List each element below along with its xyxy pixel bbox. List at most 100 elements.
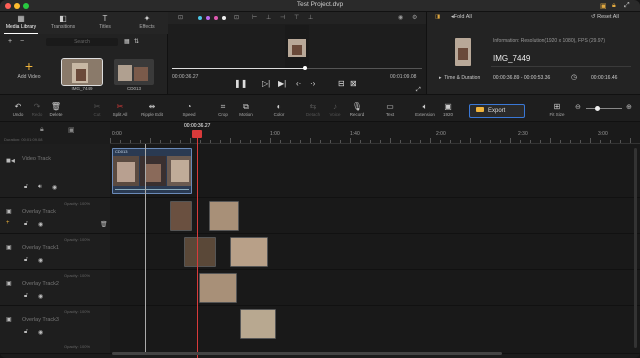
grid-view-icon[interactable]: ▦ xyxy=(124,38,130,45)
speaker-icon[interactable]: 🔊︎ xyxy=(38,184,42,191)
lock-icon[interactable]: 🔓︎ xyxy=(24,257,28,264)
next-marker-icon[interactable]: ·› xyxy=(310,79,315,88)
snap-icon[interactable]: ⊡ xyxy=(178,14,183,21)
track-name: Overlay Track3 xyxy=(22,317,59,323)
ruler-tick xyxy=(170,140,171,143)
prev-marker-icon[interactable]: ‹· xyxy=(296,79,301,88)
fullscreen-icon[interactable]: ⤢ xyxy=(624,2,630,10)
zoom-in-icon[interactable]: ⊕ xyxy=(626,103,632,111)
search-input[interactable]: Search xyxy=(46,38,118,46)
eye-icon[interactable]: ◉ xyxy=(38,257,43,264)
ruler-label: 1:00 xyxy=(270,131,280,137)
lock-all-icon[interactable]: 🔒︎ xyxy=(40,126,44,134)
overlay-clip[interactable] xyxy=(184,237,216,267)
add-media-button[interactable]: + xyxy=(8,38,12,45)
color-dot[interactable] xyxy=(214,16,218,20)
lock-icon[interactable]: 🔓︎ xyxy=(24,329,28,336)
overlay-track2-lane[interactable] xyxy=(110,270,640,306)
ruler-tick xyxy=(210,140,211,143)
overlay-track1-lane[interactable] xyxy=(110,234,640,270)
overlay-track-icon: ▣ xyxy=(6,245,12,251)
video-clip[interactable]: CD013 xyxy=(112,148,192,194)
mute-all-icon[interactable]: ▣ xyxy=(68,126,75,134)
lock-icon[interactable]: 🔓︎ xyxy=(24,184,28,191)
color-button[interactable]: ◐ Color xyxy=(264,102,294,117)
align-left-icon[interactable]: ⊢ xyxy=(252,14,257,21)
text-button[interactable]: ▭ Text xyxy=(375,102,405,117)
delete-button[interactable]: 🗑︎ Delete xyxy=(41,102,71,117)
trash-icon: 🗑︎ xyxy=(50,102,62,111)
overlay-track3-lane[interactable] xyxy=(110,306,640,354)
fold-all-button[interactable]: ◂Fold All xyxy=(451,14,472,20)
zoom-slider[interactable] xyxy=(586,108,622,109)
save-icon[interactable]: ▣ xyxy=(600,2,607,10)
ruler-label: 1:40 xyxy=(350,131,360,137)
speed-button[interactable]: ◔ Speed xyxy=(174,102,204,117)
remove-media-button[interactable]: − xyxy=(20,38,24,45)
time-duration-section[interactable]: ▸ Time & Duration xyxy=(439,75,480,81)
overlay-clip[interactable] xyxy=(170,201,192,231)
overlay-clip[interactable] xyxy=(209,201,239,231)
motion-button[interactable]: ⧉ Motion xyxy=(231,102,261,117)
tab-media-library[interactable]: ▦ Media Library xyxy=(0,13,42,34)
fit-size-button[interactable]: ⊞ Fit Size xyxy=(542,102,572,117)
color-dot[interactable] xyxy=(206,16,210,20)
expand-icon[interactable]: ⤢ xyxy=(416,87,421,94)
step-forward-icon[interactable]: ▷| xyxy=(262,79,270,88)
media-item-cd013[interactable] xyxy=(114,59,154,85)
eye-icon[interactable]: ◉ xyxy=(38,329,43,336)
horizontal-scrollbar[interactable] xyxy=(112,352,502,355)
add-track-icon[interactable]: + xyxy=(6,220,10,226)
lock-icon[interactable]: 🔓︎ xyxy=(24,221,28,228)
overlay-clip[interactable] xyxy=(240,309,276,339)
overlay-clip[interactable] xyxy=(199,273,237,303)
video-track-lane[interactable]: CD013 xyxy=(110,144,640,198)
split-all-button[interactable]: ✂ Split All xyxy=(105,102,135,117)
color-dot[interactable] xyxy=(222,16,226,20)
next-frame-icon[interactable]: ▶| xyxy=(278,79,286,88)
media-item-name: IMG_7449 xyxy=(71,86,93,91)
export-button[interactable]: Export xyxy=(469,104,525,118)
zoom-out-icon[interactable]: ⊖ xyxy=(575,103,581,111)
preview-progress-handle[interactable] xyxy=(302,66,307,70)
delete-track-icon[interactable]: 🗑︎ xyxy=(100,221,108,228)
sort-icon[interactable]: ⇅ xyxy=(134,38,139,45)
align-bottom-icon[interactable]: ⊥ xyxy=(308,14,313,21)
ripple-edit-button[interactable]: ⇹ Ripple Edit xyxy=(137,102,167,117)
reset-all-button[interactable]: ↺ Reset All xyxy=(591,14,619,20)
preview-progress-bar[interactable] xyxy=(172,68,422,69)
media-item-img-7449[interactable] xyxy=(61,58,103,86)
overlay-track-lane[interactable] xyxy=(110,198,640,234)
tab-transitions[interactable]: ◧ Transitions xyxy=(42,13,84,34)
eye-icon[interactable]: ◉ xyxy=(38,221,43,228)
ruler-tick xyxy=(200,140,201,143)
align-top-icon[interactable]: ⊤ xyxy=(294,14,299,21)
total-time: 00:01:09.08 xyxy=(390,74,417,80)
lock-icon[interactable]: 🔓︎ xyxy=(24,293,28,300)
eye-icon[interactable]: ◉ xyxy=(52,184,57,191)
playhead-handle[interactable] xyxy=(192,130,202,138)
settings-icon[interactable]: ⚙ xyxy=(412,14,417,21)
ruler-tick xyxy=(140,140,141,143)
safe-zone-icon[interactable]: ⊟ xyxy=(338,79,345,88)
color-dot[interactable] xyxy=(198,16,202,20)
zoom-slider-handle[interactable] xyxy=(595,106,600,111)
progress-fill xyxy=(172,68,305,69)
compare-icon[interactable]: ⊠ xyxy=(350,79,357,88)
ruler-tick xyxy=(300,140,301,143)
overlay-clip[interactable] xyxy=(230,237,268,267)
align-right-icon[interactable]: ⊣ xyxy=(280,14,285,21)
play-button[interactable]: ❚❚ xyxy=(234,79,247,88)
eye-icon[interactable]: ◉ xyxy=(38,293,43,300)
fit-icon[interactable]: ⊡ xyxy=(234,14,239,21)
panel-toggle-icon[interactable]: ◨ xyxy=(435,14,440,20)
tab-effects[interactable]: ✦ Effects xyxy=(126,13,168,34)
snapshot-icon[interactable]: ◉ xyxy=(398,14,403,21)
record-button[interactable]: 🎙︎ Record xyxy=(342,102,372,117)
resolution-button[interactable]: ▣ 1920 xyxy=(433,102,463,117)
lock-icon[interactable]: 🔒︎ xyxy=(612,2,616,10)
vertical-scrollbar[interactable] xyxy=(634,148,637,348)
align-center-icon[interactable]: ⊥ xyxy=(266,14,271,21)
add-video-button[interactable]: + Add Video xyxy=(8,58,50,80)
tab-titles[interactable]: T Titles xyxy=(84,13,126,34)
